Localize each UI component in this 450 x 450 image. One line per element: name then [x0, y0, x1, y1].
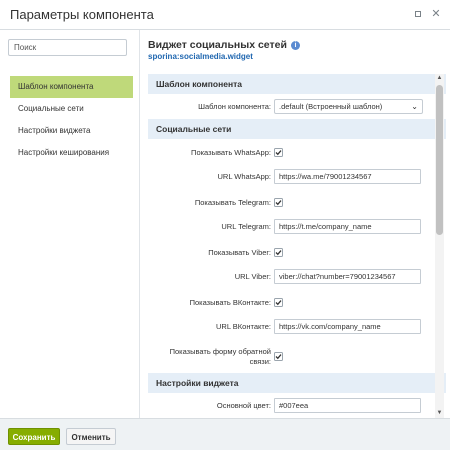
scroll-down-arrow-icon[interactable]: ▼: [435, 409, 444, 418]
section-social-heading: Социальные сети: [148, 119, 446, 139]
settings-panel: Шаблон компонента Шаблон компонента: .de…: [148, 74, 446, 418]
sidebar-nav: Шаблон компонента Социальные сети Настро…: [10, 76, 133, 164]
show-viber-label: Показывать Viber:: [208, 248, 271, 257]
url-vk-label: URL ВКонтакте:: [216, 322, 271, 331]
panel-scrollbar[interactable]: ▲ ▼: [435, 74, 444, 418]
url-viber-input[interactable]: [274, 269, 421, 284]
expand-icon[interactable]: [412, 8, 424, 20]
url-vk-input[interactable]: [274, 319, 421, 334]
template-row: Шаблон компонента: .default (Встроенный …: [148, 94, 435, 119]
search-input[interactable]: [8, 39, 127, 56]
main-color-row: Основной цвет:: [148, 393, 435, 418]
info-icon[interactable]: i: [290, 41, 300, 50]
show-vk-row: Показывать ВКонтакте:: [148, 289, 435, 314]
url-telegram-input[interactable]: [274, 219, 421, 234]
main-color-input[interactable]: [274, 398, 421, 413]
sidebar-item-widget[interactable]: Настройки виджета: [10, 120, 133, 142]
main-color-label: Основной цвет:: [216, 401, 271, 410]
show-viber-checkbox[interactable]: [274, 248, 283, 257]
show-vk-label: Показывать ВКонтакте:: [189, 298, 271, 307]
url-telegram-row: URL Telegram:: [148, 214, 435, 239]
show-feedback-checkbox[interactable]: [274, 352, 283, 361]
main-content: Виджет социальных сетей i sporina:socialm…: [140, 30, 450, 418]
dialog-title: Параметры компонента: [10, 7, 154, 22]
show-telegram-label: Показывать Telegram:: [194, 198, 271, 207]
component-title: Виджет социальных сетей i: [148, 39, 300, 51]
url-whatsapp-row: URL WhatsApp:: [148, 164, 435, 189]
template-select-value: .default (Встроенный шаблон): [279, 102, 383, 111]
template-label: Шаблон компонента:: [198, 102, 271, 111]
section-widget-heading: Настройки виджета: [148, 373, 446, 393]
show-whatsapp-checkbox[interactable]: [274, 148, 283, 157]
component-code: sporina:socialmedia.widget: [148, 52, 253, 61]
section-template-heading: Шаблон компонента: [148, 74, 446, 94]
show-feedback-row: Показывать форму обратной связи:: [148, 339, 435, 373]
sidebar-item-cache[interactable]: Настройки кеширования: [10, 142, 133, 164]
close-icon[interactable]: ✕: [430, 8, 442, 20]
sidebar: Шаблон компонента Социальные сети Настро…: [0, 30, 140, 418]
cancel-button[interactable]: Отменить: [66, 428, 116, 445]
url-whatsapp-label: URL WhatsApp:: [217, 172, 272, 181]
show-telegram-checkbox[interactable]: [274, 198, 283, 207]
chevron-down-icon: ⌄: [411, 102, 418, 111]
component-params-dialog: Параметры компонента ✕ Шаблон компонента…: [0, 0, 450, 450]
sidebar-item-template[interactable]: Шаблон компонента: [10, 76, 133, 98]
show-vk-checkbox[interactable]: [274, 298, 283, 307]
url-vk-row: URL ВКонтакте:: [148, 314, 435, 339]
show-whatsapp-label: Показывать WhatsApp:: [191, 148, 271, 157]
show-whatsapp-row: Показывать WhatsApp:: [148, 139, 435, 164]
url-telegram-label: URL Telegram:: [221, 222, 271, 231]
component-title-text: Виджет социальных сетей: [148, 39, 287, 51]
dialog-body: Шаблон компонента Социальные сети Настро…: [0, 30, 450, 418]
url-whatsapp-input[interactable]: [274, 169, 421, 184]
url-viber-row: URL Viber:: [148, 264, 435, 289]
title-bar: Параметры компонента ✕: [0, 0, 450, 30]
url-viber-label: URL Viber:: [234, 272, 271, 281]
template-select[interactable]: .default (Встроенный шаблон) ⌄: [274, 99, 423, 114]
dialog-footer: Сохранить Отменить: [0, 418, 450, 450]
scroll-thumb[interactable]: [436, 85, 443, 235]
show-feedback-label: Показывать форму обратной связи:: [169, 347, 271, 366]
show-viber-row: Показывать Viber:: [148, 239, 435, 264]
sidebar-item-social[interactable]: Социальные сети: [10, 98, 133, 120]
scroll-up-arrow-icon[interactable]: ▲: [435, 74, 444, 83]
show-telegram-row: Показывать Telegram:: [148, 189, 435, 214]
save-button[interactable]: Сохранить: [8, 428, 60, 445]
